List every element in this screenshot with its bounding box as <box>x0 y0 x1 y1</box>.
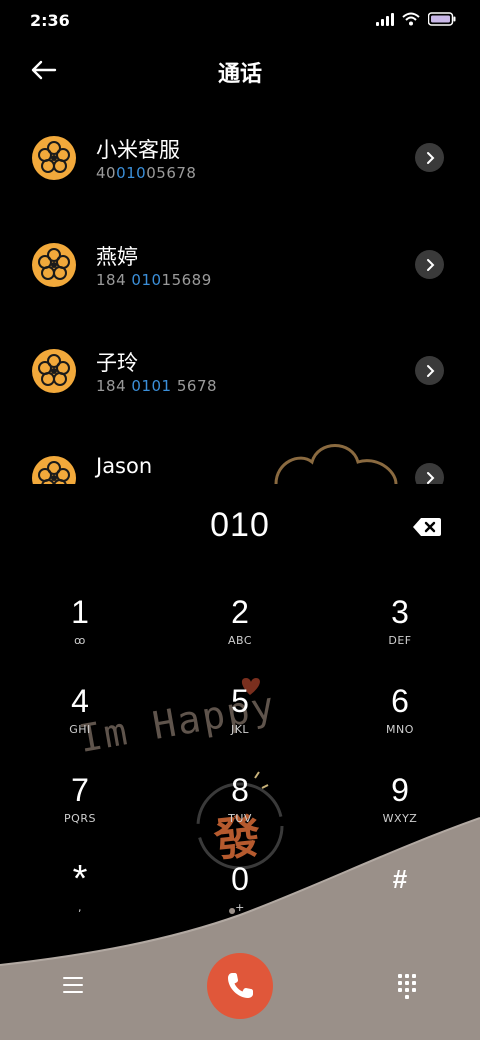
wifi-icon <box>402 12 420 26</box>
avatar-flower-icon <box>32 243 76 287</box>
key-3[interactable]: 3 DEF <box>340 592 460 672</box>
key-1[interactable]: 1 ꝏ <box>20 592 140 672</box>
dial-display: 010 <box>0 502 480 558</box>
contact-row[interactable]: 燕婷 184 01015689 <box>0 225 480 315</box>
page-title: 通话 <box>217 62 262 87</box>
call-button[interactable] <box>207 953 273 1019</box>
contact-number: 184 01015689 <box>96 271 212 289</box>
key-6[interactable]: 6 MNO <box>340 681 460 761</box>
contact-number: 184 0101 5678 <box>96 377 218 395</box>
avatar-flower-icon <box>32 456 76 484</box>
chevron-right-icon[interactable] <box>415 463 444 484</box>
dialed-number[interactable]: 010 <box>0 506 480 545</box>
contact-row[interactable]: 小米客服 4001005678 <box>0 118 480 208</box>
voicemail-icon: ꝏ <box>74 634 86 647</box>
backspace-button[interactable] <box>412 516 442 538</box>
key-9[interactable]: 9 WXYZ <box>340 770 460 850</box>
backspace-icon <box>413 518 441 536</box>
status-time: 2:36 <box>30 11 70 30</box>
menu-icon <box>63 977 83 979</box>
bottom-bar <box>0 930 480 1040</box>
contact-list: 小米客服 4001005678 燕婷 184 01015689 子玲 184 0… <box>0 118 480 484</box>
key-5[interactable]: 5 JKL <box>180 681 300 761</box>
contact-row[interactable]: Jason <box>0 438 480 484</box>
chevron-right-icon[interactable] <box>415 356 444 385</box>
key-2[interactable]: 2 ABC <box>180 592 300 672</box>
header: 通话 <box>0 48 480 92</box>
key-4[interactable]: 4 GHI <box>20 681 140 761</box>
avatar-flower-icon <box>32 136 76 180</box>
status-bar: 2:36 <box>0 0 480 40</box>
contact-number: 4001005678 <box>96 164 197 182</box>
chevron-right-icon[interactable] <box>415 250 444 279</box>
menu-button[interactable] <box>58 970 88 1000</box>
phone-icon <box>228 973 253 998</box>
key-hash[interactable]: # <box>340 859 460 939</box>
chevron-right-icon[interactable] <box>415 143 444 172</box>
contact-name: Jason <box>96 454 153 478</box>
battery-icon <box>428 12 456 26</box>
key-star[interactable]: * , <box>20 859 140 939</box>
key-8[interactable]: 8 TUV <box>180 770 300 850</box>
keypad: 1 ꝏ 2 ABC 3 DEF 4 GHI 5 JKL 6 MNO 7 PQRS… <box>0 592 480 952</box>
contact-name: 子玲 <box>96 351 138 375</box>
key-7[interactable]: 7 PQRS <box>20 770 140 850</box>
status-icons <box>376 12 456 26</box>
signal-icon <box>376 12 394 26</box>
avatar-flower-icon <box>32 349 76 393</box>
dialpad-toggle-button[interactable] <box>392 970 422 1000</box>
key-0[interactable]: 0 + <box>180 859 300 939</box>
contact-row[interactable]: 子玲 184 0101 5678 <box>0 331 480 421</box>
dialpad-icon <box>398 974 416 999</box>
contact-name: 小米客服 <box>96 138 180 162</box>
contact-name: 燕婷 <box>96 245 138 269</box>
